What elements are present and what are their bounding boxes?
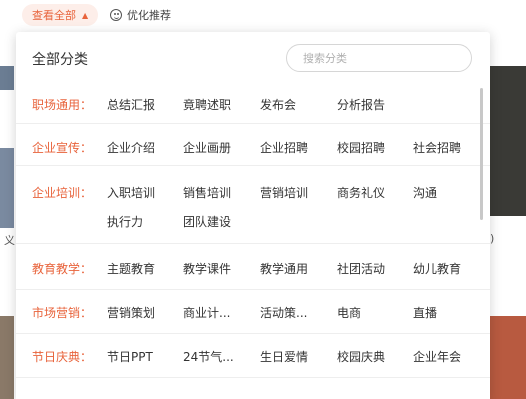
category-tag[interactable]: 营销策划 (107, 304, 155, 321)
category-row-workplace: 职场通用： 总结汇报 竟聘述职 发布会 分析报告 (16, 88, 490, 124)
category-tag[interactable]: 商务礼仪 (337, 184, 385, 201)
optimize-recommend-button[interactable]: 优化推荐 (110, 4, 171, 26)
category-tag[interactable]: 生日爱情 (260, 348, 308, 365)
category-tag[interactable]: 主题教育 (107, 260, 155, 277)
category-tag[interactable]: 企业画册 (183, 139, 231, 156)
category-tag[interactable]: 社会招聘 (413, 139, 461, 156)
background-right-strip: ) (486, 58, 526, 399)
category-tag[interactable]: 企业介绍 (107, 139, 155, 156)
category-row-festival: 节日庆典： 节日PPT 24节气... 生日爱情 校园庆典 企业年会 (16, 334, 490, 378)
background-thumbnail (0, 148, 14, 228)
category-tag[interactable]: 校园招聘 (337, 139, 385, 156)
background-left-strip: 义 (0, 58, 15, 399)
category-tag[interactable]: 社团活动 (337, 260, 385, 277)
category-row-training: 企业培训： 入职培训 销售培训 营销培训 商务礼仪 沟通 执行力 团队建设 (16, 166, 490, 244)
category-tag[interactable]: 校园庆典 (337, 348, 385, 365)
background-thumbnail (486, 316, 526, 399)
view-all-label: 查看全部 (32, 9, 76, 22)
category-search-input[interactable] (286, 44, 472, 72)
category-tag[interactable]: 商业计... (183, 304, 230, 321)
category-tag[interactable]: 营销培训 (260, 184, 308, 201)
category-row-education: 教育教学： 主题教育 教学课件 教学通用 社团活动 幼儿教育 (16, 244, 490, 290)
category-tag[interactable]: 竟聘述职 (183, 96, 231, 113)
category-tag[interactable]: 沟通 (413, 184, 437, 201)
top-filter-bar: 查看全部 ▲ 优化推荐 (0, 0, 526, 30)
category-label: 市场营销： (32, 306, 93, 320)
category-row-promotion: 企业宣传： 企业介绍 企业画册 企业招聘 校园招聘 社会招聘 (16, 124, 490, 166)
background-thumbnail (0, 316, 14, 399)
smile-icon (110, 9, 122, 21)
category-popup: 全部分类 职场通用： 总结汇报 竟聘述职 发布会 分析报告 企业宣传： 企业介绍… (16, 32, 490, 399)
category-tag[interactable]: 入职培训 (107, 184, 155, 201)
category-tag[interactable]: 销售培训 (183, 184, 231, 201)
category-label: 企业培训： (32, 186, 93, 200)
caret-up-icon: ▲ (82, 10, 89, 20)
category-tag[interactable]: 节日PPT (107, 348, 153, 365)
background-text: ) (490, 232, 495, 245)
category-tag[interactable]: 24节气... (183, 348, 234, 365)
category-label: 节日庆典： (32, 350, 93, 364)
category-tag[interactable]: 活动策... (260, 304, 307, 321)
category-tag[interactable]: 教学课件 (183, 260, 231, 277)
category-tag[interactable]: 直播 (413, 304, 437, 321)
category-label: 教育教学： (32, 262, 93, 276)
category-label: 企业宣传： (32, 141, 93, 155)
category-row-marketing: 市场营销： 营销策划 商业计... 活动策... 电商 直播 (16, 290, 490, 334)
category-tag[interactable]: 总结汇报 (107, 96, 155, 113)
category-label: 职场通用： (32, 98, 93, 112)
category-tag[interactable]: 发布会 (260, 96, 296, 113)
category-tag[interactable]: 教学通用 (260, 260, 308, 277)
background-text: 义 (4, 234, 15, 247)
category-tag[interactable]: 企业招聘 (260, 139, 308, 156)
category-tag[interactable]: 执行力 (107, 213, 143, 230)
background-thumbnail (486, 66, 526, 216)
optimize-label: 优化推荐 (127, 9, 171, 22)
category-tag[interactable]: 分析报告 (337, 96, 385, 113)
category-tag[interactable]: 幼儿教育 (413, 260, 461, 277)
category-tag[interactable]: 电商 (337, 304, 361, 321)
panel-scrollbar[interactable] (480, 88, 483, 220)
view-all-button[interactable]: 查看全部 ▲ (22, 4, 99, 26)
category-tag[interactable]: 企业年会 (413, 348, 461, 365)
background-thumbnail (0, 66, 14, 90)
category-tag[interactable]: 团队建设 (183, 213, 231, 230)
panel-title: 全部分类 (32, 52, 88, 68)
